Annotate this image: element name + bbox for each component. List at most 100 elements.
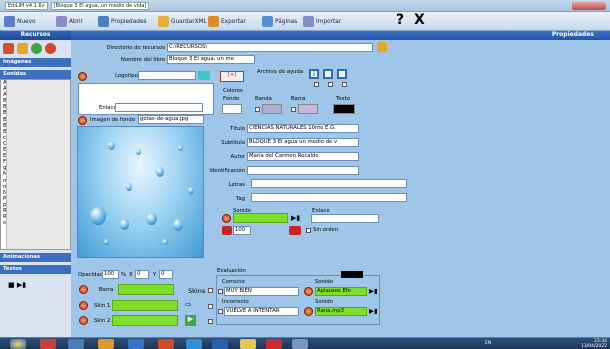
sonido-input[interactable]: [233, 213, 288, 223]
app-title: EdiLIM v4.1.6v: [5, 2, 48, 10]
incorrecto-input[interactable]: VUELVE A INTENTAR: [224, 307, 299, 316]
opacidad-input[interactable]: 100: [102, 270, 119, 279]
folder-icon[interactable]: [377, 42, 387, 52]
sonido-incorrecto-play-icon[interactable]: ▶▮: [369, 307, 378, 315]
identificacion-input[interactable]: [247, 166, 359, 175]
sonido-correcto-clear-button[interactable]: [304, 287, 313, 296]
barra-swatch[interactable]: [298, 104, 318, 114]
sonidos-section[interactable]: Sonidos: [0, 70, 71, 79]
info-button[interactable]: i: [309, 69, 319, 79]
barra-input[interactable]: [118, 284, 174, 295]
shuffle-icon[interactable]: [289, 226, 301, 235]
book-label: Nombre del libro: [120, 57, 165, 63]
nuevo-button[interactable]: Nuevo: [4, 14, 36, 29]
paginas-button[interactable]: Páginas: [262, 14, 297, 29]
banda-checkbox[interactable]: [255, 107, 260, 112]
skin1-input[interactable]: [112, 300, 178, 311]
skin2-checkbox[interactable]: [208, 319, 213, 324]
resource-tools: [3, 43, 56, 54]
enlace2-input[interactable]: [311, 214, 379, 223]
tools-icon[interactable]: [3, 43, 14, 54]
incorrecto-checkbox[interactable]: [218, 309, 223, 314]
abrir-button[interactable]: Abrir: [56, 14, 83, 29]
logo-clear-button[interactable]: [78, 72, 87, 81]
incorrecto-label: Incorrecto: [222, 299, 249, 305]
imagen-fondo-label: Imagen de fondo: [90, 117, 136, 123]
play-controls[interactable]: ■ ▶▮: [8, 281, 26, 289]
sonido-correcto-play-icon[interactable]: ▶▮: [369, 287, 378, 295]
edilim-icon[interactable]: [292, 339, 308, 349]
window-controls[interactable]: [572, 2, 606, 10]
help-button[interactable]: ?: [396, 12, 404, 28]
sonido-play-icon[interactable]: ▶▮: [291, 214, 300, 222]
y-input[interactable]: 0: [159, 270, 173, 279]
exportar-button[interactable]: Exportar: [208, 14, 246, 29]
book-input[interactable]: Bloque 3 El agua, un me: [167, 55, 255, 64]
sin-orden-checkbox[interactable]: [306, 228, 311, 233]
browser-icon[interactable]: [186, 339, 202, 349]
folder-icon[interactable]: [240, 339, 256, 349]
guardar-button[interactable]: GuardarXML: [158, 14, 207, 29]
app-icon-4[interactable]: [128, 339, 144, 349]
app-icon-3[interactable]: [98, 339, 114, 349]
black-swatch[interactable]: [341, 271, 363, 278]
scrollbar[interactable]: [6, 80, 70, 249]
logo-input[interactable]: [138, 71, 196, 80]
app-icon-2[interactable]: [68, 339, 84, 349]
textos-section[interactable]: Textos: [0, 265, 71, 274]
volume-icon[interactable]: [222, 226, 232, 235]
barra-clear-button[interactable]: [79, 285, 88, 294]
volume-input[interactable]: 100: [233, 226, 251, 235]
help-checkbox-1[interactable]: [314, 82, 319, 87]
logo-add-button[interactable]: [+]: [220, 71, 244, 82]
app-icon-1[interactable]: [40, 339, 56, 349]
sonido-incorrecto-input[interactable]: Rana.mp3: [315, 307, 367, 316]
skin1-clear-button[interactable]: [79, 301, 88, 310]
skins-checkbox[interactable]: [208, 288, 213, 293]
help-open-icon[interactable]: [323, 69, 333, 79]
help-checkbox-2[interactable]: [328, 82, 333, 87]
sonido-incorrecto-clear-button[interactable]: [304, 307, 313, 316]
imagenes-section[interactable]: Imágenes: [0, 58, 71, 67]
play-icon[interactable]: ▶: [185, 315, 196, 326]
skin1-checkbox[interactable]: [208, 304, 213, 309]
subtitulo-input[interactable]: BLOQUE 3 El agua un medio de v: [247, 138, 359, 147]
help-save-icon[interactable]: [337, 69, 347, 79]
app-icon-5[interactable]: [158, 339, 174, 349]
letras-input[interactable]: [251, 179, 407, 188]
correcto-label: Correcto: [222, 279, 245, 285]
delete-icon[interactable]: [45, 43, 56, 54]
x-input[interactable]: 0: [135, 270, 149, 279]
propiedades-button[interactable]: Propiedades: [98, 14, 147, 29]
arrow-icon[interactable]: ⇨: [185, 300, 192, 309]
help-checkbox-3[interactable]: [342, 82, 347, 87]
word-icon[interactable]: [212, 339, 228, 349]
skin2-input[interactable]: [112, 315, 178, 326]
enlace-input[interactable]: [115, 103, 203, 112]
titulo-input[interactable]: CIENCIAS NATURALES 10mo E.G.: [247, 124, 359, 133]
fondo-clear-button[interactable]: [78, 116, 87, 125]
texto-swatch[interactable]: [333, 104, 355, 114]
correcto-checkbox[interactable]: [218, 289, 223, 294]
sound-list[interactable]: ALVARO LA TOC.Aplausos EfectoAplausos Ef…: [0, 79, 71, 250]
sonido-correcto-input[interactable]: Aplausos Efe: [315, 287, 367, 296]
close-button[interactable]: X: [414, 12, 425, 28]
animaciones-section[interactable]: Animaciones: [0, 253, 71, 262]
edit-icon[interactable]: [17, 43, 28, 54]
correcto-input[interactable]: MUY BIEN: [224, 287, 299, 296]
start-icon[interactable]: [10, 339, 26, 349]
fondo-input[interactable]: gotas-de-agua.jpg: [138, 115, 204, 124]
logo-color[interactable]: [198, 71, 210, 80]
pdf-icon[interactable]: [266, 339, 282, 349]
system-tray[interactable]: EN: [485, 341, 491, 346]
skin2-clear-button[interactable]: [79, 316, 88, 325]
fondo-swatch[interactable]: [222, 104, 242, 114]
dir-input[interactable]: C:\RECURSOS\: [167, 43, 373, 52]
barra-checkbox[interactable]: [291, 107, 296, 112]
add-icon[interactable]: [31, 43, 42, 54]
autor-input[interactable]: María del Carmen Recalde: [247, 152, 359, 161]
sonido-clear-button[interactable]: [222, 214, 231, 223]
importar-button[interactable]: Importar: [303, 14, 341, 29]
banda-swatch[interactable]: [262, 104, 282, 114]
tag-input[interactable]: [251, 193, 407, 202]
